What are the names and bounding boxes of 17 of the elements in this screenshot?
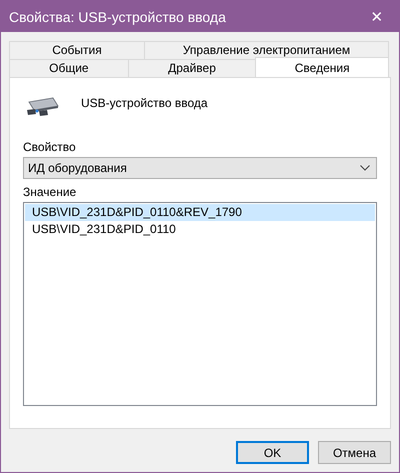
list-item[interactable]: USB\VID_231D&PID_0110&REV_1790 xyxy=(25,204,375,221)
tab[interactable]: Драйвер xyxy=(128,59,256,77)
dialog-button[interactable]: OK xyxy=(236,441,309,464)
tab[interactable]: Сведения xyxy=(255,57,389,77)
dialog-button[interactable]: Отмена xyxy=(318,441,391,464)
tab[interactable]: Общие xyxy=(9,59,129,77)
close-button[interactable]: ✕ xyxy=(355,8,399,26)
list-item[interactable]: USB\VID_231D&PID_0110 xyxy=(25,221,375,238)
keyboard-icon xyxy=(25,96,59,118)
value-label: Значение xyxy=(23,185,78,199)
property-label: Свойство xyxy=(23,140,77,154)
chevron-down-icon xyxy=(360,165,370,171)
property-dropdown[interactable]: ИД оборудования xyxy=(23,157,377,179)
tab[interactable]: События xyxy=(9,41,145,59)
tab[interactable]: Управление электропитанием xyxy=(144,41,389,59)
window-title: Свойства: USB-устройство ввода xyxy=(9,8,226,24)
device-name: USB-устройство ввода xyxy=(81,96,208,110)
